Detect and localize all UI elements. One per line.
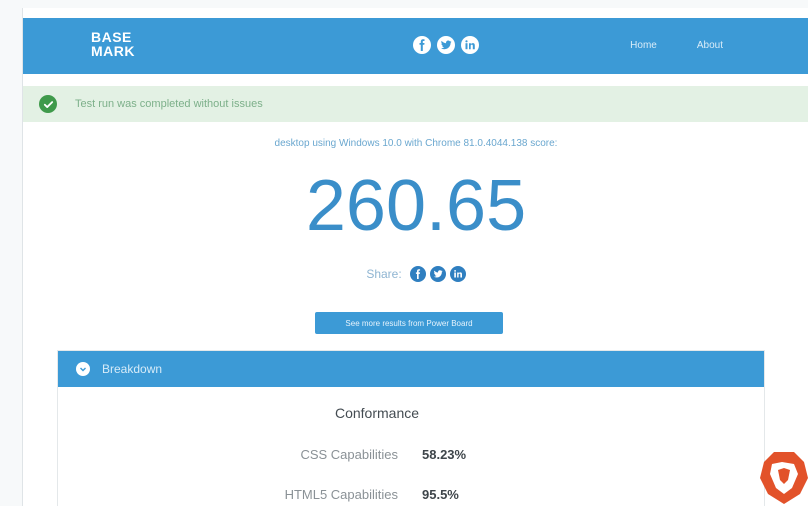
metric-label: CSS Capabilities <box>300 447 398 462</box>
nav-link-about[interactable]: About <box>697 40 723 51</box>
breakdown-title: Breakdown <box>102 362 163 376</box>
breakdown-panel: Breakdown Conformance CSS Capabilities 5… <box>57 350 765 506</box>
check-circle-icon <box>39 95 57 113</box>
logo-line-1: BASE <box>91 29 132 45</box>
page-viewport: BASE MARK Home About Test run was comple… <box>22 8 808 506</box>
nav-links: Home About <box>630 40 723 51</box>
brave-lion-icon <box>760 452 808 504</box>
logo-line-2: MARK <box>91 43 135 59</box>
metric-row-html5: HTML5 Capabilities 95.5% <box>58 487 764 506</box>
share-linkedin-icon[interactable] <box>449 266 466 282</box>
success-alert: Test run was completed without issues <box>23 86 808 122</box>
top-navbar: BASE MARK Home About <box>23 18 808 74</box>
twitter-icon[interactable] <box>437 36 455 54</box>
facebook-icon[interactable] <box>413 36 431 54</box>
conformance-heading: Conformance <box>334 405 420 421</box>
nav-social-links <box>413 36 479 54</box>
alert-message: Test run was completed without issues <box>75 98 263 110</box>
share-twitter-icon[interactable] <box>429 266 446 282</box>
see-more-results-button[interactable]: See more results from Power Board <box>315 312 503 334</box>
metric-value: 58.23% <box>422 447 467 462</box>
browser-frame: BASE MARK Home About Test run was comple… <box>0 0 808 506</box>
score-caption: desktop using Windows 10.0 with Chrome 8… <box>274 138 558 149</box>
share-facebook-icon[interactable] <box>409 266 426 282</box>
metric-value: 95.5% <box>422 487 459 502</box>
chevron-down-icon[interactable] <box>76 362 90 376</box>
linkedin-icon[interactable] <box>461 36 479 54</box>
share-label: Share: <box>366 267 402 281</box>
breakdown-header[interactable]: Breakdown <box>58 351 764 387</box>
metric-row-css: CSS Capabilities 58.23% <box>58 447 764 467</box>
nav-link-home[interactable]: Home <box>630 40 657 51</box>
metric-label: HTML5 Capabilities <box>284 487 398 502</box>
benchmark-score: 260.65 <box>305 166 527 246</box>
basemark-logo[interactable]: BASE MARK <box>91 30 135 58</box>
share-row: Share: <box>23 266 808 282</box>
